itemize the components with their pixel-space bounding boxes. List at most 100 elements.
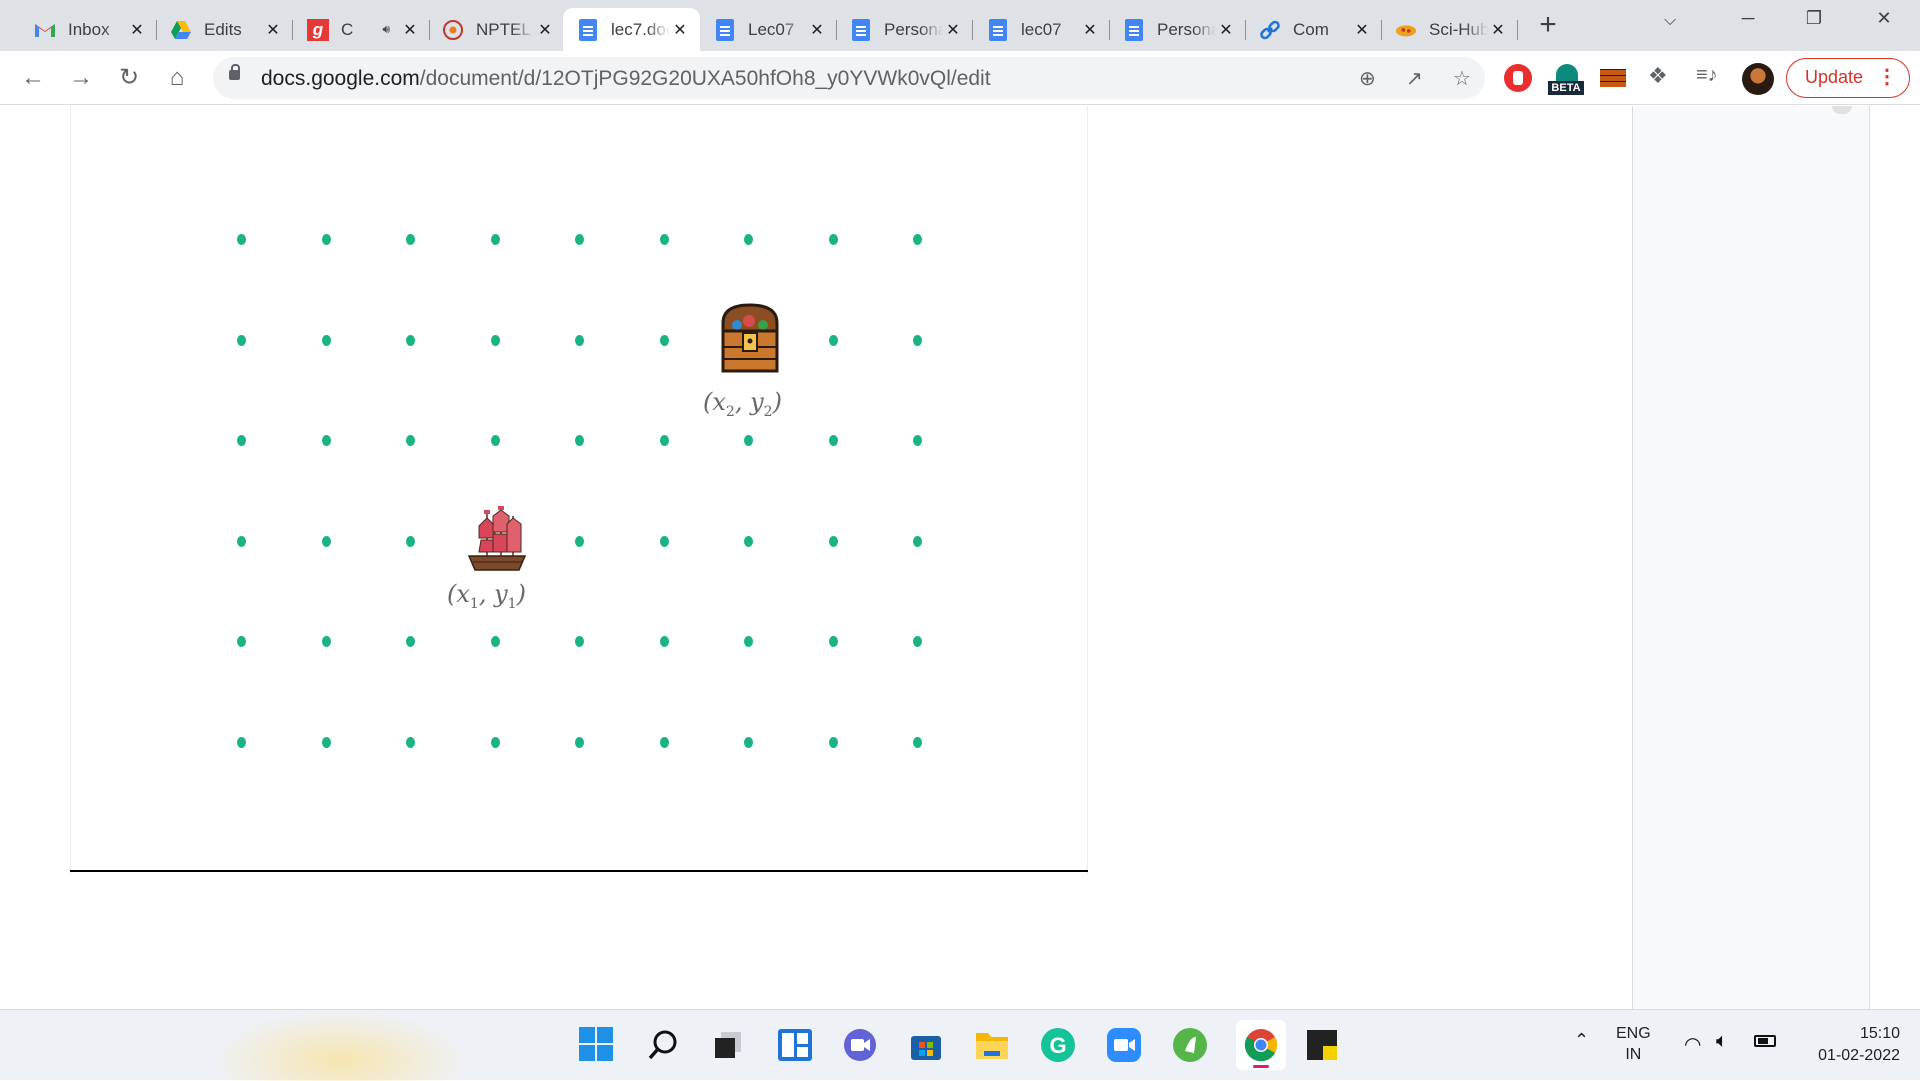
grid-dot — [321, 334, 331, 346]
tab-close-icon[interactable]: ✕ — [807, 20, 827, 40]
restore-button[interactable]: ❐ — [1794, 8, 1834, 34]
grid-figure: (x1, y1) (x2, y2) — [71, 106, 1089, 874]
tab-title: Personal — [884, 19, 943, 39]
grid-dot — [575, 636, 584, 647]
grid-dot — [490, 234, 500, 245]
tab-close-icon[interactable]: ✕ — [1488, 20, 1508, 40]
address-bar[interactable]: docs.google.com/document/d/12OTjPG92G20U… — [213, 57, 1485, 99]
adblock-icon[interactable] — [1504, 64, 1532, 92]
grid-dot — [828, 334, 838, 346]
grid-dot — [913, 234, 922, 245]
back-button[interactable]: ← — [18, 63, 48, 93]
new-tab-button[interactable]: + — [1536, 10, 1560, 40]
tab-title: Inbox — [68, 19, 110, 39]
chat-icon[interactable] — [840, 1025, 880, 1065]
widgets-icon[interactable] — [775, 1025, 815, 1065]
document-page[interactable]: (x1, y1) (x2, y2) — [70, 106, 1088, 874]
tab-strip: Inbox✕Edits✕gC🔊︎✕NPTEL✕lec7.docx✕Lec07✕P… — [0, 0, 1920, 51]
sticky-notes-icon[interactable] — [1302, 1025, 1342, 1065]
tab-audio-icon[interactable]: 🔊︎ — [382, 22, 390, 37]
grid-dot — [828, 736, 838, 748]
grid-dot — [490, 334, 500, 346]
tab-close-icon[interactable]: ✕ — [1216, 20, 1236, 40]
grid-dot — [321, 435, 331, 446]
close-window-button[interactable]: ✕ — [1864, 8, 1904, 34]
beta-extension-icon[interactable]: BETA — [1548, 64, 1584, 95]
system-clock[interactable]: 15:10 01-02-2022 — [1790, 1023, 1900, 1067]
google-docs-icon — [714, 18, 736, 41]
browser-tab[interactable]: NPTEL ✕ — [428, 8, 565, 51]
grid-dot — [575, 535, 584, 547]
grid-dot — [828, 234, 838, 245]
browser-tab[interactable]: Sci-Hub ✕ — [1381, 8, 1518, 51]
browser-tab[interactable]: Inbox ✕ — [20, 8, 157, 51]
ship-coordinate-label: (x1, y1) — [447, 580, 526, 612]
tab-search-icon[interactable]: ⌵ — [1664, 12, 1676, 30]
menu-kebab-icon: ⋮ — [1877, 66, 1897, 88]
chrome-icon[interactable] — [1236, 1020, 1286, 1070]
share-icon[interactable]: ↗ — [1406, 66, 1423, 91]
tab-close-icon[interactable]: ✕ — [400, 20, 420, 40]
grid-dot — [575, 736, 584, 748]
reload-button[interactable]: ↻ — [114, 63, 144, 93]
scrollbar[interactable] — [1870, 106, 1920, 1009]
wifi-icon[interactable]: ◠ — [1684, 1032, 1701, 1057]
volume-icon[interactable]: 🔈︎ — [1716, 1030, 1728, 1053]
chest-coordinate-label: (x2, y2) — [703, 388, 782, 420]
browser-tab[interactable]: lec07 ✕ — [973, 8, 1110, 51]
tab-close-icon[interactable]: ✕ — [535, 20, 555, 40]
browser-tab[interactable]: lec7.docx✕ — [563, 8, 700, 51]
task-view-icon[interactable] — [708, 1025, 748, 1065]
tab-title: NPTEL — [476, 19, 531, 39]
show-hidden-icons-chevron-icon[interactable]: ⌃ — [1574, 1030, 1589, 1051]
zoom-icon[interactable] — [1104, 1025, 1144, 1065]
browser-tab[interactable]: Personal✕ — [1109, 8, 1246, 51]
home-button[interactable]: ⌂ — [162, 63, 192, 93]
tab-close-icon[interactable]: ✕ — [1080, 20, 1100, 40]
tab-close-icon[interactable]: ✕ — [670, 20, 690, 40]
brick-extension-icon[interactable] — [1600, 69, 1626, 87]
region-code: IN — [1625, 1046, 1642, 1063]
gmail-icon — [34, 19, 56, 41]
language-indicator[interactable]: ENG IN — [1616, 1023, 1651, 1065]
grammarly-icon[interactable]: G — [1038, 1025, 1078, 1065]
grid-dot — [575, 234, 584, 245]
url-text[interactable]: docs.google.com/document/d/12OTjPG92G20U… — [261, 67, 991, 91]
browser-tab[interactable]: Personal✕ — [836, 8, 973, 51]
tab-close-icon[interactable]: ✕ — [1352, 20, 1372, 40]
minimize-button[interactable]: ─ — [1728, 8, 1768, 34]
document-canvas[interactable]: (x1, y1) (x2, y2) — [0, 106, 1920, 1009]
puzzle-icon[interactable]: ❖ — [1648, 63, 1676, 91]
evernote-icon[interactable] — [1170, 1025, 1210, 1065]
tab-close-icon[interactable]: ✕ — [127, 20, 147, 40]
grid-dot — [659, 435, 669, 446]
profile-avatar[interactable] — [1742, 63, 1774, 95]
forward-button[interactable]: → — [66, 63, 96, 93]
tab-close-icon[interactable]: ✕ — [943, 20, 963, 40]
update-button[interactable]: Update ⋮ — [1786, 58, 1910, 98]
google-docs-icon — [1123, 18, 1145, 41]
pirate-ship-icon — [467, 506, 527, 571]
zoom-icon[interactable]: ⊕ — [1359, 66, 1376, 91]
media-control-icon[interactable]: ≡♪ — [1696, 64, 1724, 92]
grid-dot — [237, 736, 246, 748]
g-red-icon: g — [307, 18, 329, 41]
grid-dot — [744, 636, 753, 647]
browser-tab[interactable]: Com ✕ — [1245, 8, 1382, 51]
browser-tab[interactable]: Edits ✕ — [156, 8, 293, 51]
search-icon[interactable] — [643, 1025, 683, 1065]
browser-tab[interactable]: Lec07 ✕ — [700, 8, 837, 51]
grid-dot — [406, 234, 415, 245]
browser-tab[interactable]: g C 🔊︎ ✕ — [293, 8, 430, 51]
grid-dot — [913, 636, 922, 647]
battery-icon[interactable] — [1754, 1035, 1776, 1047]
tab-close-icon[interactable]: ✕ — [263, 20, 283, 40]
start-icon[interactable] — [577, 1025, 617, 1065]
tab-title: C — [341, 19, 354, 39]
file-explorer-icon[interactable] — [972, 1025, 1012, 1065]
bookmark-star-icon[interactable]: ☆ — [1453, 66, 1471, 91]
lock-icon[interactable] — [229, 64, 240, 80]
grid-dot — [744, 234, 753, 245]
store-icon[interactable] — [906, 1025, 946, 1065]
horizontal-rule — [70, 870, 1088, 872]
